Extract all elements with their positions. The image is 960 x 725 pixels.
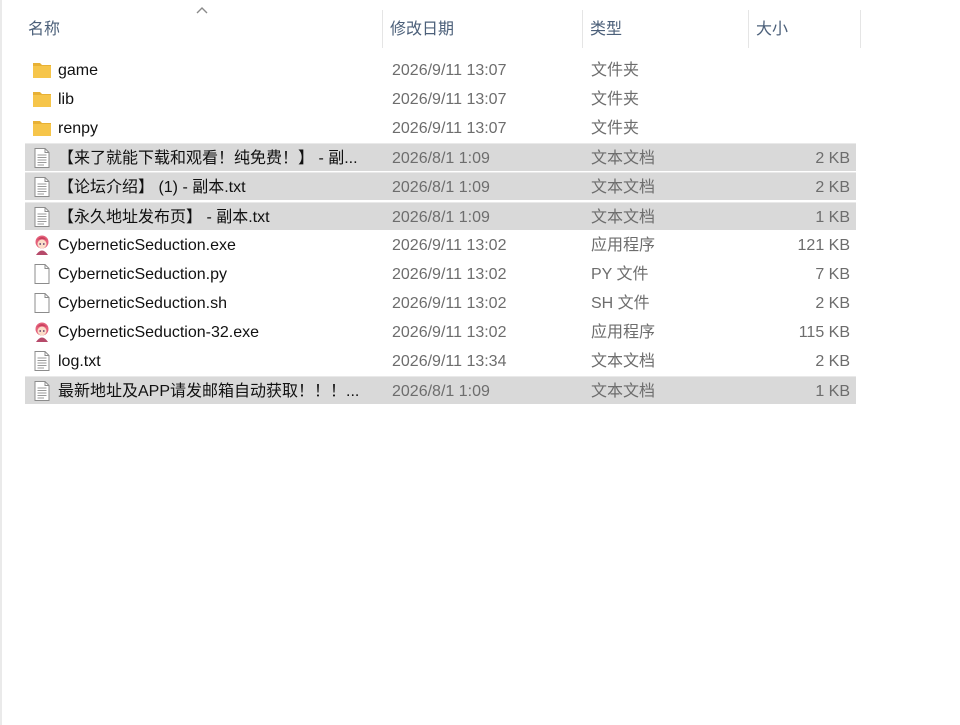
file-type: 应用程序 xyxy=(591,236,656,254)
file-name: log.txt xyxy=(58,353,101,370)
folder-row[interactable]: game 2026/9/11 13:07 文件夹 xyxy=(25,56,856,84)
renpy-app-icon xyxy=(31,234,53,256)
file-date: 2026/8/1 1:09 xyxy=(392,179,490,197)
column-header-date[interactable]: 修改日期 xyxy=(384,0,582,48)
file-row[interactable]: CyberneticSeduction.exe 2026/9/11 13:02 应用… xyxy=(25,231,856,259)
column-header-size[interactable]: 大小 xyxy=(750,0,858,48)
file-size: 115 KB xyxy=(798,323,850,341)
file-row[interactable]: CyberneticSeduction.sh 2026/9/11 13:02 SH … xyxy=(25,289,856,317)
file-date: 2026/9/11 13:07 xyxy=(392,62,507,79)
file-type: 文件夹 xyxy=(591,91,640,109)
file-date: 2026/9/11 13:02 xyxy=(392,265,507,283)
renpy-app-icon xyxy=(31,321,53,343)
folder-row[interactable]: renpy 2026/9/11 13:07 文件夹 xyxy=(25,114,856,142)
folder-row[interactable]: lib 2026/9/11 13:07 文件夹 xyxy=(25,85,856,113)
blank-file-icon xyxy=(31,263,53,285)
file-row[interactable]: log.txt 2026/9/11 13:34 文本文档 2 KB xyxy=(25,347,856,375)
file-size: 121 KB xyxy=(797,236,850,254)
file-row[interactable]: CyberneticSeduction.py 2026/9/11 13:02 PY … xyxy=(25,260,856,288)
file-date: 2026/9/11 13:07 xyxy=(392,91,507,109)
column-divider[interactable] xyxy=(860,10,861,48)
file-row[interactable]: 【来了就能下载和观看！纯免费！】 - 副... 2026/8/1 1:09 文本文档… xyxy=(25,143,856,172)
folder-icon xyxy=(31,117,53,139)
file-size: 1 KB xyxy=(815,208,850,226)
folder-icon xyxy=(31,59,53,81)
file-type: 应用程序 xyxy=(591,323,656,341)
file-date: 2026/9/11 13:02 xyxy=(392,236,507,254)
column-divider[interactable] xyxy=(382,10,383,48)
file-size: 2 KB xyxy=(815,353,850,370)
file-type: PY 文件 xyxy=(591,265,649,283)
file-type: 文件夹 xyxy=(591,120,640,138)
file-name: 【来了就能下载和观看！纯免费！】 - 副... xyxy=(58,150,358,168)
column-divider[interactable] xyxy=(748,10,749,48)
text-document-icon xyxy=(31,176,53,198)
file-size: 2 KB xyxy=(815,150,850,168)
file-row[interactable]: 【论坛介绍】 (1) - 副本.txt 2026/8/1 1:09 文本文档 2 KB xyxy=(25,172,856,201)
folder-icon xyxy=(31,88,53,110)
text-document-icon xyxy=(31,147,53,169)
file-type: 文本文档 xyxy=(591,353,656,370)
file-size: 2 KB xyxy=(815,294,850,312)
file-type: 文本文档 xyxy=(591,150,656,168)
column-header-type[interactable]: 类型 xyxy=(584,0,748,48)
file-name: CyberneticSeduction.sh xyxy=(58,294,227,312)
file-type: 文本文档 xyxy=(591,208,656,226)
blank-file-icon xyxy=(31,292,53,314)
file-name: game xyxy=(58,62,99,79)
file-type: 文本文档 xyxy=(591,179,656,197)
file-name: 【永久地址发布页】 - 副本.txt xyxy=(58,208,270,226)
pane-left-edge xyxy=(0,0,2,725)
file-date: 2026/9/11 13:07 xyxy=(392,120,507,138)
file-type: 文件夹 xyxy=(591,62,640,79)
file-type: 文本文档 xyxy=(591,383,656,401)
file-name: 【论坛介绍】 (1) - 副本.txt xyxy=(58,179,246,197)
file-name: renpy xyxy=(58,120,99,138)
file-name: lib xyxy=(58,91,75,109)
file-type: SH 文件 xyxy=(591,294,650,312)
file-row[interactable]: 【永久地址发布页】 - 副本.txt 2026/8/1 1:09 文本文档 1 KB xyxy=(25,201,856,230)
file-date: 2026/8/1 1:09 xyxy=(392,383,490,401)
file-size: 7 KB xyxy=(815,265,850,283)
file-size: 2 KB xyxy=(815,179,850,197)
text-document-icon xyxy=(31,350,53,372)
file-date: 2026/9/11 13:02 xyxy=(392,294,507,312)
file-name: CyberneticSeduction.exe xyxy=(58,236,236,254)
file-size: 1 KB xyxy=(815,383,850,401)
file-row[interactable]: 最新地址及APP请发邮箱自动获取！！！... 2026/8/1 1:09 文本文档 1… xyxy=(25,376,856,405)
file-date: 2026/9/11 13:34 xyxy=(392,353,507,370)
file-date: 2026/9/11 13:02 xyxy=(392,323,507,341)
column-header-name[interactable]: 名称 xyxy=(22,0,382,48)
file-name: CyberneticSeduction.py xyxy=(58,265,227,283)
file-name: 最新地址及APP请发邮箱自动获取！！！... xyxy=(58,383,360,401)
text-document-icon xyxy=(31,380,53,402)
column-header-bar: 名称 修改日期 类型 大小 xyxy=(0,0,960,48)
file-row[interactable]: CyberneticSeduction-32.exe 2026/9/11 13:0… xyxy=(25,318,856,346)
file-date: 2026/8/1 1:09 xyxy=(392,208,490,226)
file-date: 2026/8/1 1:09 xyxy=(392,150,490,168)
text-document-icon xyxy=(31,206,53,228)
column-divider[interactable] xyxy=(582,10,583,48)
file-name: CyberneticSeduction-32.exe xyxy=(58,323,260,341)
